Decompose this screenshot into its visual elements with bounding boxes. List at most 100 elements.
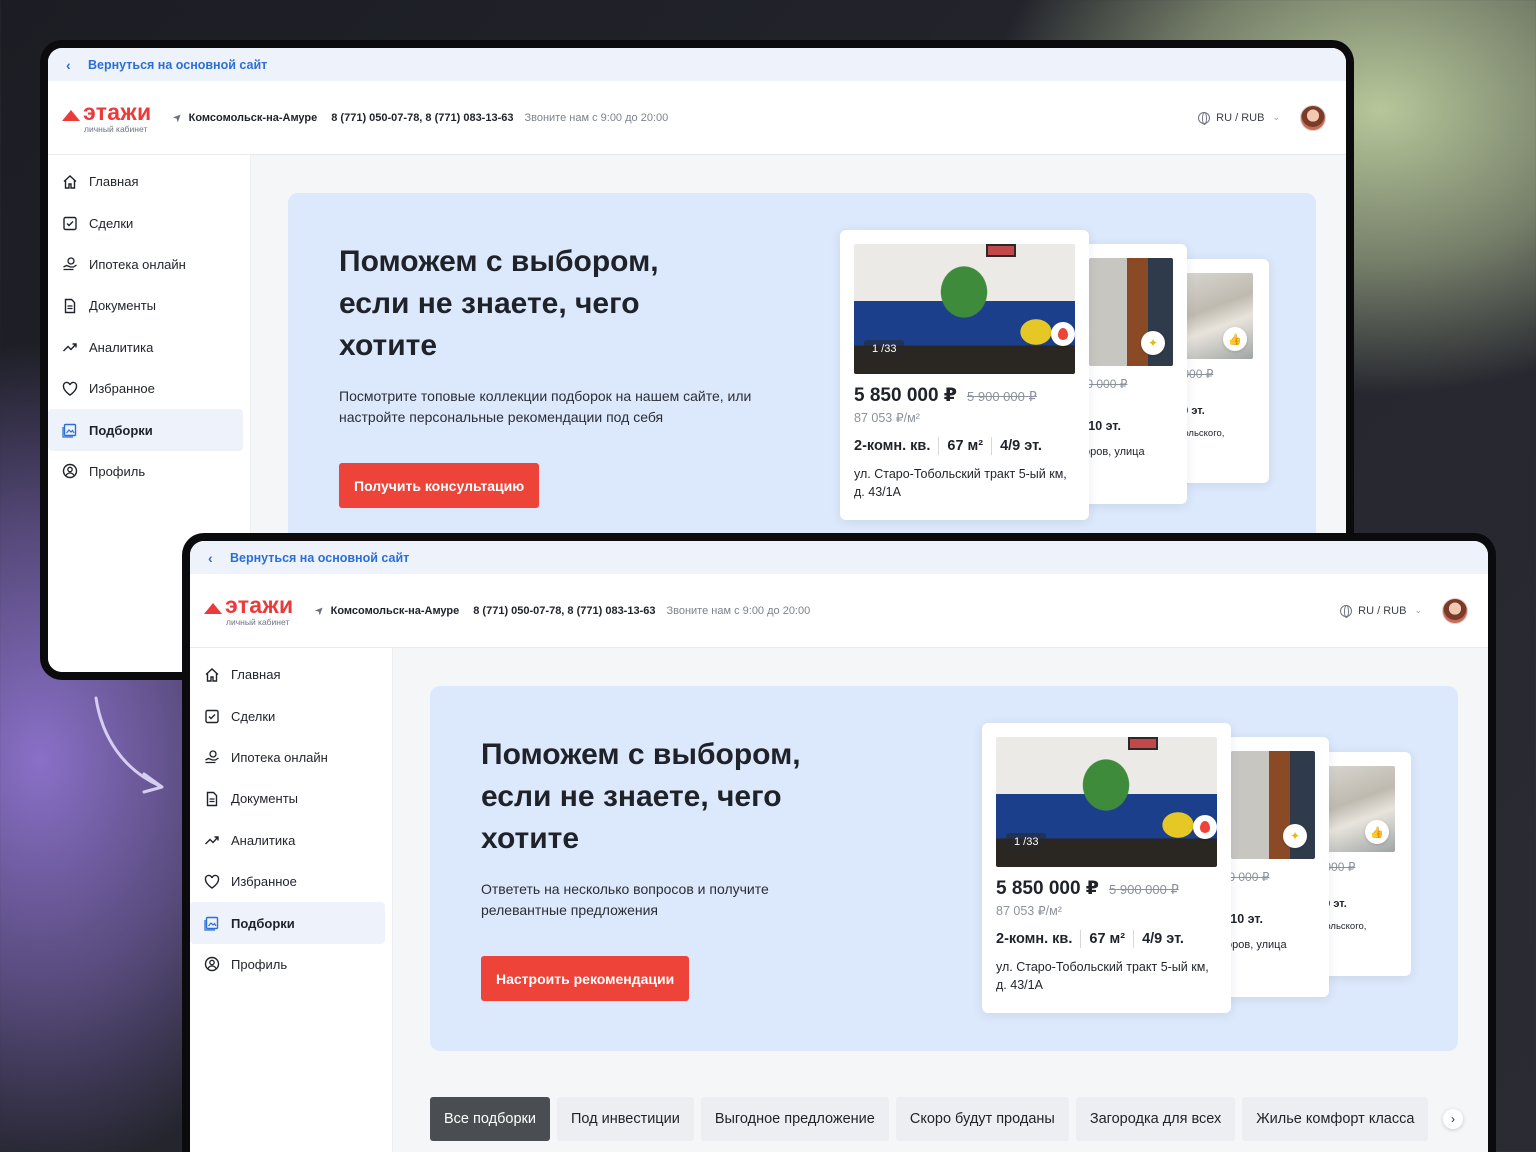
sidebar-item-mortgage[interactable]: Ипотека онлайн xyxy=(190,737,385,778)
header: этажи личный кабинет ➤ Комсомольск-на-Ам… xyxy=(190,574,1488,648)
logo-text: этажи xyxy=(225,592,294,618)
sidebar: Главная Сделки Ипотека онлайн Документы … xyxy=(190,648,393,1152)
sidebar-item-label: Подборки xyxy=(89,422,153,438)
sidebar-item-favorites[interactable]: Избранное xyxy=(190,861,385,902)
logo[interactable]: этажи личный кабинет xyxy=(204,594,293,627)
sidebar-item-documents[interactable]: Документы xyxy=(48,285,243,326)
sidebar-item-analytics[interactable]: Аналитика xyxy=(190,820,385,861)
sidebar-item-label: Главная xyxy=(89,174,139,190)
sidebar-item-collections[interactable]: Подборки xyxy=(190,902,385,944)
sidebar-item-label: Главная xyxy=(231,667,281,683)
city-selector[interactable]: ➤ Комсомольск-на-Амуре xyxy=(171,110,318,125)
document-icon xyxy=(62,298,78,314)
sidebar-item-analytics[interactable]: Аналитика xyxy=(48,327,243,368)
back-link-label: Вернуться на основной сайт xyxy=(88,57,268,72)
language-currency-selector[interactable]: RU / RUB ⌄ xyxy=(1340,604,1422,618)
sidebar-item-label: Профиль xyxy=(89,463,146,479)
property-address: ул. Старо-Тобольский тракт 5-ый км, д. 4… xyxy=(996,960,1209,992)
working-hours: Звоните нам с 9:00 до 20:00 xyxy=(524,111,669,124)
user-circle-icon xyxy=(62,463,78,479)
home-icon xyxy=(62,174,78,190)
tabs-next-button[interactable]: › xyxy=(1443,1109,1463,1129)
tab-all-collections[interactable]: Все подборки xyxy=(430,1097,550,1141)
phone-numbers[interactable]: 8 (771) 050-07-78, 8 (771) 083-13-63 xyxy=(473,605,655,617)
sidebar-item-mortgage[interactable]: Ипотека онлайн xyxy=(48,244,243,285)
get-consultation-button[interactable]: Получить консультацию xyxy=(339,463,540,508)
city-selector[interactable]: ➤ Комсомольск-на-Амуре xyxy=(313,603,459,618)
sidebar-item-deals[interactable]: Сделки xyxy=(190,695,385,736)
transition-arrow-icon xyxy=(94,696,164,794)
price-row: 5 850 000 ₽ 5 900 000 ₽ xyxy=(996,877,1179,900)
logo-subtitle: личный кабинет xyxy=(226,617,290,627)
area: 67 м² xyxy=(947,438,984,454)
photo-counter: 1 /33 xyxy=(864,340,905,358)
logo-roof-icon xyxy=(204,602,222,614)
sidebar-item-label: Ипотека онлайн xyxy=(231,749,328,765)
heart-icon xyxy=(62,381,78,397)
property-card-main[interactable]: 1 /33 5 850 000 ₽ 5 900 000 ₽ 87 053 ₽/м… xyxy=(840,230,1089,520)
globe-icon xyxy=(1340,604,1353,618)
screen-bottom: ‹ Вернуться на основной сайт этажи личны… xyxy=(190,541,1488,1152)
chevron-left-icon: ‹ xyxy=(208,549,213,566)
hand-coins-icon xyxy=(62,256,78,272)
rooms: 2-комн. кв. xyxy=(996,931,1073,947)
sidebar-item-home[interactable]: Главная xyxy=(48,161,243,202)
logo[interactable]: этажи личный кабинет xyxy=(62,101,151,134)
sidebar-item-label: Сделки xyxy=(231,708,276,724)
chevron-right-icon: › xyxy=(1451,1112,1455,1126)
back-to-site-link[interactable]: ‹ Вернуться на основной сайт xyxy=(190,541,1488,574)
sidebar-item-label: Аналитика xyxy=(231,832,296,848)
old-price: 5 900 000 ₽ xyxy=(1109,882,1179,897)
property-card-main[interactable]: 1 /33 5 850 000 ₽ 5 900 000 ₽ 87 053 ₽/м… xyxy=(982,723,1231,1013)
sidebar-item-favorites[interactable]: Избранное xyxy=(48,368,243,409)
sidebar-item-label: Аналитика xyxy=(89,339,154,355)
property-photo[interactable]: 1 /33 xyxy=(854,244,1075,374)
avatar[interactable] xyxy=(1442,597,1468,624)
hero-title: Поможем с выбором, если не знаете, чего … xyxy=(339,245,659,362)
back-link-label: Вернуться на основной сайт xyxy=(230,550,410,565)
rooms: 2-комн. кв. xyxy=(854,438,931,454)
price-per-meter: 87 053 ₽/м² xyxy=(854,411,920,425)
sidebar-item-documents[interactable]: Документы xyxy=(190,778,385,819)
back-to-site-link[interactable]: ‹ Вернуться на основной сайт xyxy=(48,48,1346,81)
property-specs: 2-комн. кв. 67 м² 4/9 эт. xyxy=(996,930,1184,948)
sidebar-item-label: Избранное xyxy=(89,381,155,397)
sidebar-item-deals[interactable]: Сделки xyxy=(48,202,243,243)
tab-country-houses[interactable]: Загородка для всех xyxy=(1075,1097,1236,1141)
checklist-icon xyxy=(62,215,78,231)
sidebar-item-profile[interactable]: Профиль xyxy=(190,944,385,985)
tab-investment[interactable]: Под инвестиции xyxy=(556,1097,694,1141)
sidebar-item-label: Профиль xyxy=(231,956,288,972)
floor: 4/9 эт. xyxy=(1142,931,1184,947)
price-row: 5 850 000 ₽ 5 900 000 ₽ xyxy=(854,384,1037,407)
trend-icon xyxy=(204,832,220,848)
sidebar-item-home[interactable]: Главная xyxy=(190,654,385,695)
sidebar-item-label: Подборки xyxy=(231,915,295,931)
chevron-down-icon: ⌄ xyxy=(1272,112,1280,122)
city-label: Комсомольск-на-Амуре xyxy=(188,111,318,124)
phone-numbers[interactable]: 8 (771) 050-07-78, 8 (771) 083-13-63 xyxy=(331,112,513,124)
property-photo[interactable]: 1 /33 xyxy=(996,737,1217,867)
old-price: 5 900 000 ₽ xyxy=(967,389,1037,404)
avatar[interactable] xyxy=(1300,104,1326,131)
tab-comfort-class[interactable]: Жилье комфорт класса xyxy=(1242,1097,1429,1141)
photo-counter: 1 /33 xyxy=(1006,833,1047,851)
trend-icon xyxy=(62,339,78,355)
hero-banner: Поможем с выбором, если не знаете, чего … xyxy=(288,193,1316,558)
fire-icon xyxy=(1051,322,1075,346)
logo-text: этажи xyxy=(83,99,152,125)
gallery-icon xyxy=(204,915,220,931)
tab-selling-soon[interactable]: Скоро будут проданы xyxy=(895,1097,1069,1141)
sidebar-item-collections[interactable]: Подборки xyxy=(48,409,243,451)
checklist-icon xyxy=(204,708,220,724)
tab-good-offer[interactable]: Выгодное предложение xyxy=(700,1097,889,1141)
hero-banner: Поможем с выбором, если не знаете, чего … xyxy=(430,686,1458,1051)
lang-label: RU / RUB xyxy=(1358,604,1407,617)
sidebar-item-label: Избранное xyxy=(231,874,297,890)
price: 5 850 000 ₽ xyxy=(996,878,1100,899)
sidebar-item-profile[interactable]: Профиль xyxy=(48,451,243,492)
language-currency-selector[interactable]: RU / RUB ⌄ xyxy=(1198,111,1280,125)
working-hours: Звоните нам с 9:00 до 20:00 xyxy=(666,604,811,617)
sidebar-item-label: Сделки xyxy=(89,215,134,231)
setup-recommendations-button[interactable]: Настроить рекомендации xyxy=(481,956,690,1001)
